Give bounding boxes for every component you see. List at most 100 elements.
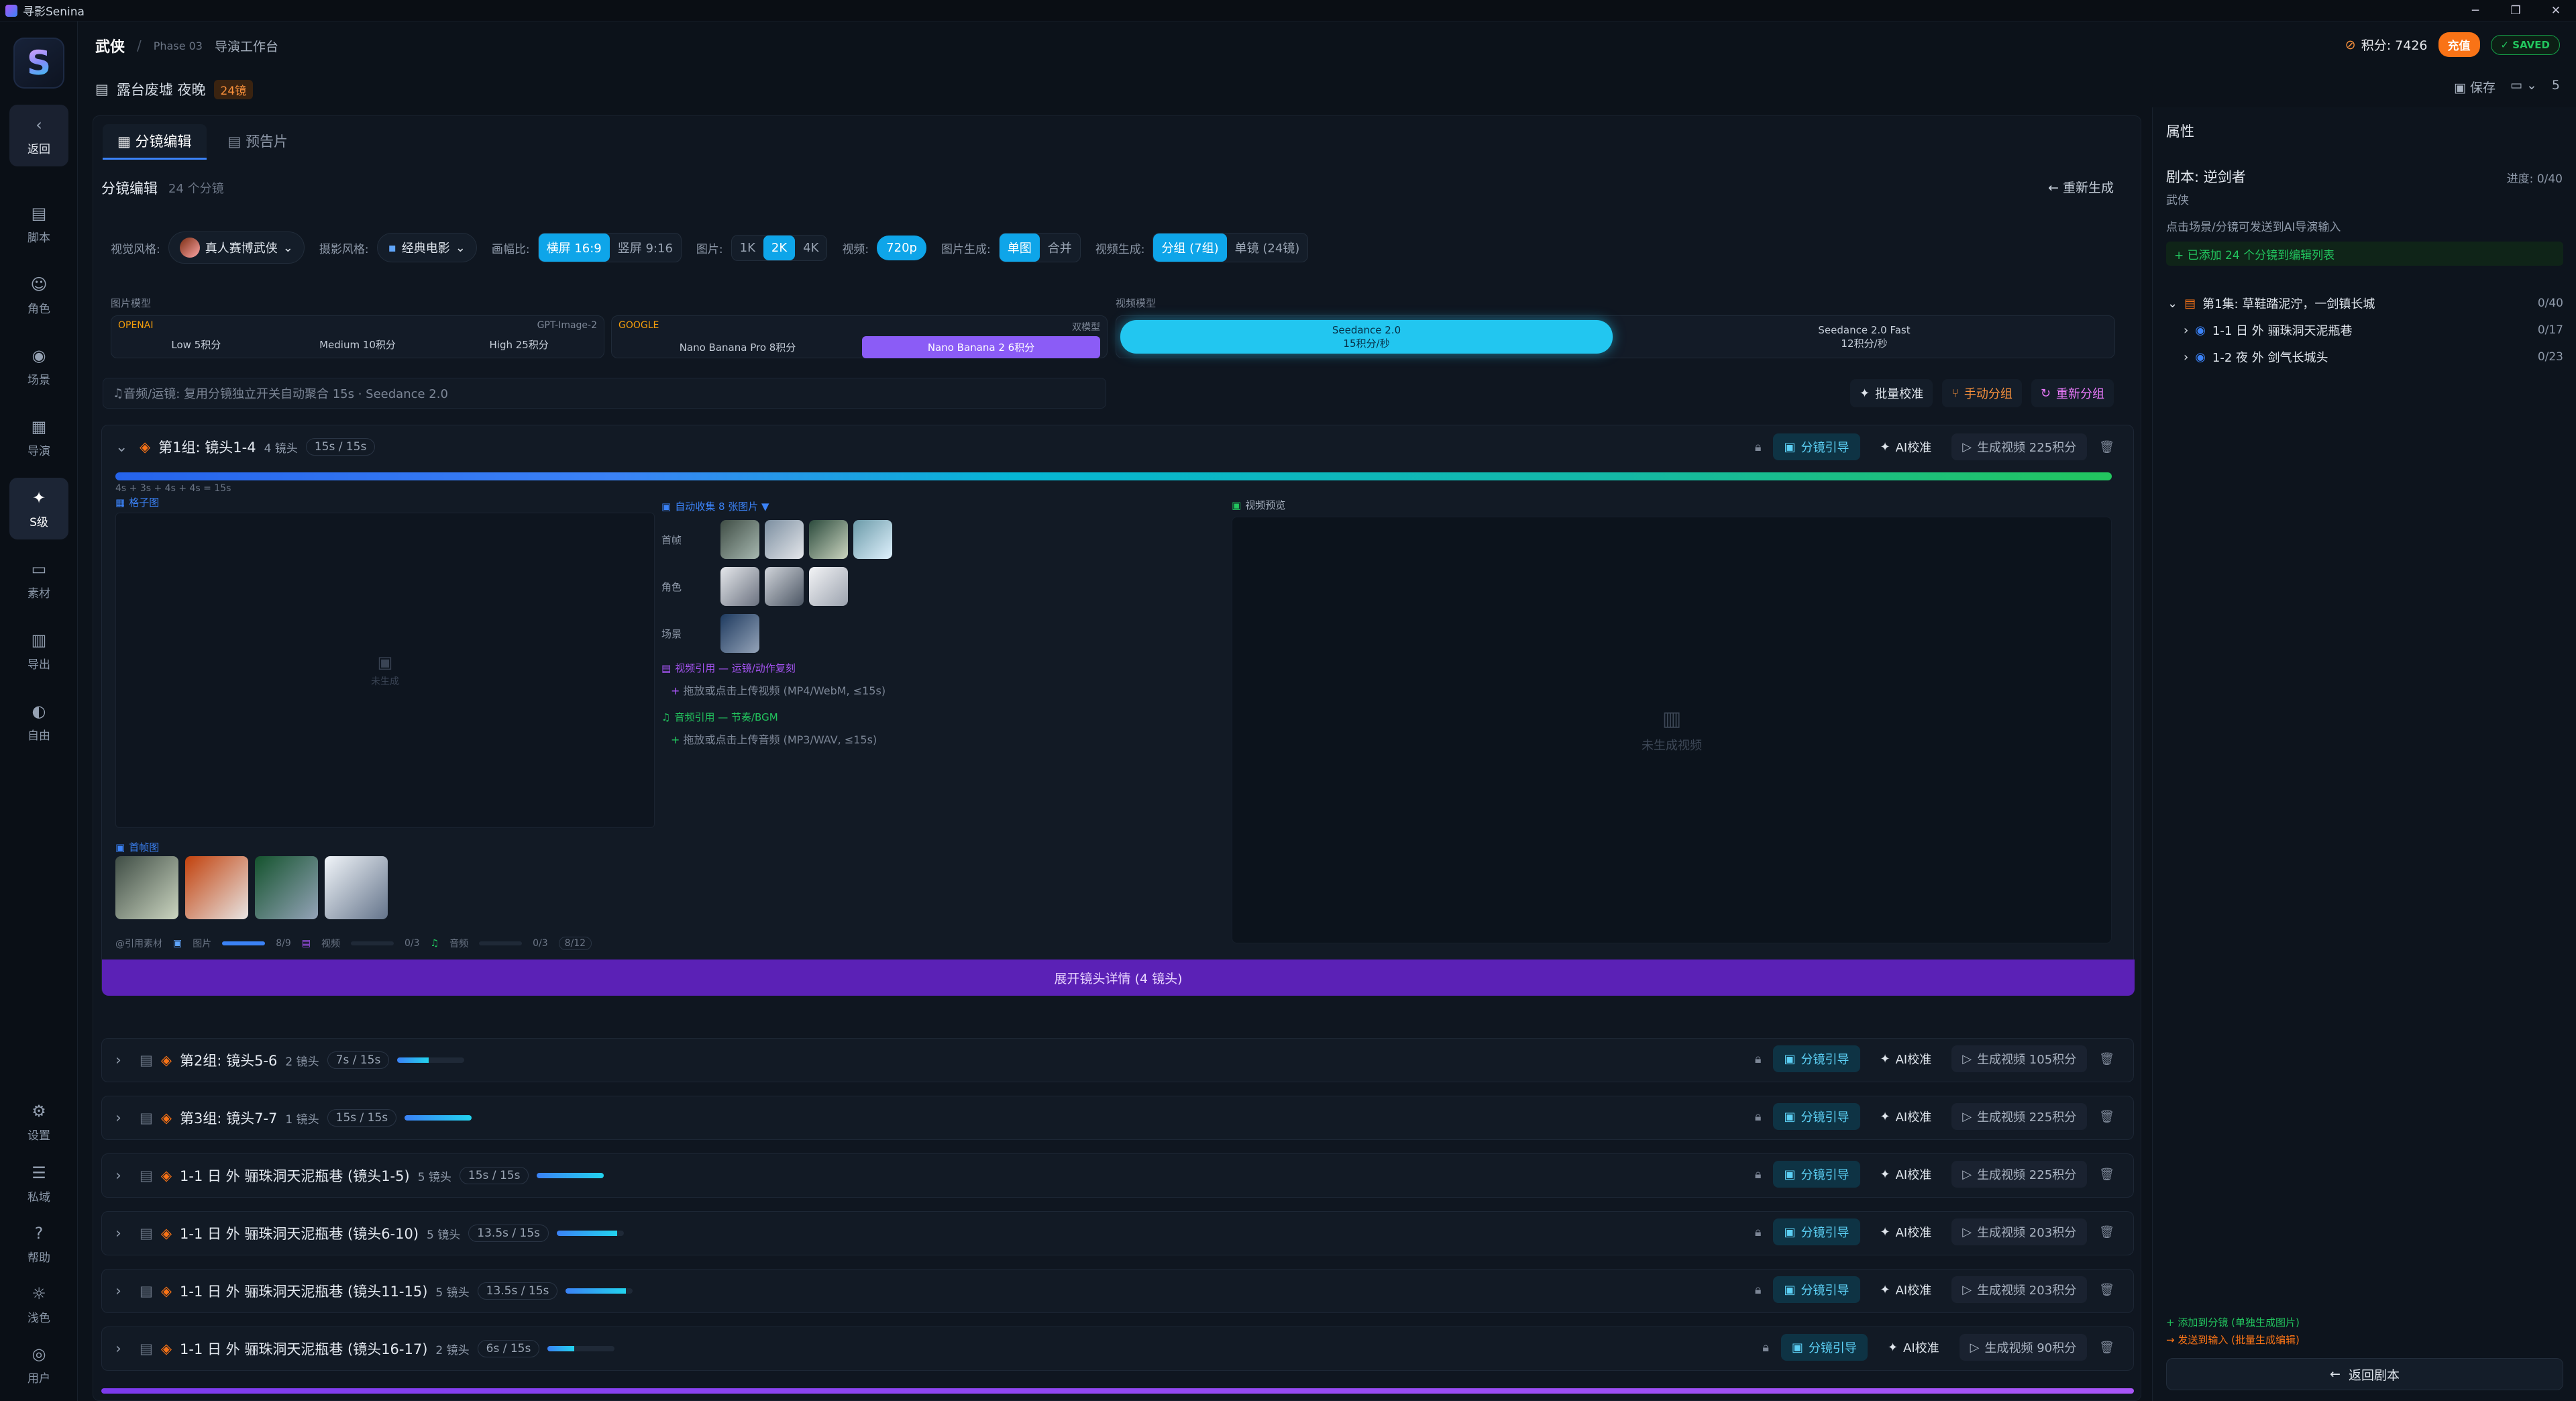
sidebar-item-scenes[interactable]: ◉ 场景 bbox=[9, 335, 68, 397]
save-button[interactable]: ▣ 保存 bbox=[2454, 78, 2496, 96]
back-button[interactable]: ‹ 返回 bbox=[9, 105, 68, 166]
chevron-right-icon[interactable]: › bbox=[115, 1341, 131, 1357]
chevron-right-icon[interactable]: › bbox=[115, 1225, 131, 1242]
scene-thumb[interactable] bbox=[720, 614, 759, 653]
minimize-button[interactable]: ─ bbox=[2455, 0, 2496, 21]
regenerate-button[interactable]: ← 重新生成 bbox=[2048, 178, 2114, 196]
tab-trailer[interactable]: ▤ 预告片 bbox=[213, 124, 303, 160]
sidebar-item-export[interactable]: ▥ 导出 bbox=[9, 620, 68, 682]
trash-icon[interactable]: 🗑︎ bbox=[2096, 1336, 2117, 1359]
drag-handle-icon[interactable]: ▤ bbox=[140, 1110, 153, 1126]
img-gen-single[interactable]: 单图 bbox=[999, 234, 1040, 262]
vid-gen-single[interactable]: 单镜 (24镜) bbox=[1227, 234, 1308, 262]
expand-shots-button[interactable]: 展开镜头详情 (4 镜头) bbox=[102, 959, 2135, 996]
video-upload-dropzone[interactable]: + 拖放或点击上传视频 (MP4/WebM, ≤15s) bbox=[671, 682, 1198, 698]
group-row[interactable]: › ▤ ◈ 第2组: 镜头5-6 2 镜头 7s / 15s 🔒︎ ▣ 分镜引导 ✦ AI校准 ▷ 生成… bbox=[101, 1038, 2134, 1082]
ai-calibrate-button[interactable]: ✦ AI校准 bbox=[1870, 1103, 1943, 1130]
sidebar-item-script[interactable]: ▤ 脚本 bbox=[9, 193, 68, 255]
sidebar-item-settings[interactable]: ⚙ 设置 bbox=[9, 1091, 68, 1153]
drag-handle-icon[interactable]: ▤ bbox=[140, 1225, 153, 1241]
video-resolution-button[interactable]: 720p bbox=[877, 235, 926, 260]
group-row[interactable]: › ▤ ◈ 1-1 日 外 骊珠洞天泥瓶巷 (镜头11-15) 5 镜头 13.5s / … bbox=[101, 1269, 2134, 1313]
generate-video-button[interactable]: ▷ 生成视频 90积分 bbox=[1959, 1334, 2088, 1361]
storyboard-ref-button[interactable]: ▣ 分镜引导 bbox=[1773, 1103, 1860, 1130]
trash-icon[interactable]: 🗑︎ bbox=[2096, 1221, 2117, 1244]
generate-video-button[interactable]: ▷ 生成视频 225积分 bbox=[1951, 1103, 2088, 1130]
vid-gen-group[interactable]: 分组 (7组) bbox=[1153, 234, 1227, 262]
chevron-right-icon[interactable]: › bbox=[115, 1052, 131, 1069]
group-row[interactable]: › ▤ ◈ 1-1 日 外 骊珠洞天泥瓶巷 (镜头6-10) 5 镜头 13.5s / 1… bbox=[101, 1211, 2134, 1255]
lock-icon[interactable]: 🔒︎ bbox=[1752, 1105, 1764, 1129]
trash-icon[interactable]: 🗑︎ bbox=[2096, 435, 2117, 459]
scene-row[interactable]: › ◉ 1-1 日 外 骊珠洞天泥瓶巷 0/17 bbox=[2167, 317, 2563, 344]
sidebar-item-s-level[interactable]: ✦ S级 bbox=[9, 478, 68, 539]
sidebar-item-light-mode[interactable]: ☼ 浅色 bbox=[9, 1274, 68, 1335]
close-button[interactable]: ✕ bbox=[2536, 0, 2576, 21]
scene-row[interactable]: › ◉ 1-2 夜 外 剑气长城头 0/23 bbox=[2167, 344, 2563, 370]
chevron-right-icon[interactable]: › bbox=[115, 1168, 131, 1184]
group-row[interactable]: › ▤ ◈ 第3组: 镜头7-7 1 镜头 15s / 15s 🔒︎ ▣ 分镜引导 ✦ AI校准 ▷ 生… bbox=[101, 1096, 2134, 1140]
frame-thumb[interactable] bbox=[720, 520, 759, 559]
lock-icon[interactable]: 🔒︎ bbox=[1752, 1047, 1764, 1071]
nano-banana-2[interactable]: Nano Banana 2 6积分 bbox=[862, 336, 1100, 358]
ai-calibrate-button[interactable]: ✦ AI校准 bbox=[1870, 1045, 1943, 1072]
drag-handle-icon[interactable]: ▤ bbox=[140, 1283, 153, 1299]
storyboard-ref-button[interactable]: ▣ 分镜引导 bbox=[1773, 1161, 1860, 1188]
seedance-2-option[interactable]: Seedance 2.0 15积分/秒 bbox=[1120, 320, 1613, 354]
openai-high[interactable]: High 25积分 bbox=[441, 333, 597, 356]
openai-medium[interactable]: Medium 10积分 bbox=[280, 333, 436, 356]
trash-icon[interactable]: 🗑︎ bbox=[2096, 1047, 2117, 1071]
recharge-button[interactable]: 充值 bbox=[2438, 32, 2480, 57]
trash-icon[interactable]: 🗑︎ bbox=[2096, 1163, 2117, 1186]
generate-video-button[interactable]: ▷ 生成视频 203积分 bbox=[1951, 1218, 2088, 1245]
sidebar-item-characters[interactable]: ☺ 角色 bbox=[9, 264, 68, 326]
ai-calibrate-button[interactable]: ✦ AI校准 bbox=[1870, 1276, 1943, 1303]
keyframe-thumb[interactable] bbox=[325, 856, 388, 919]
character-thumb[interactable] bbox=[720, 567, 759, 606]
lock-icon[interactable]: 🔒︎ bbox=[1752, 435, 1764, 459]
ai-calibrate-button[interactable]: ✦ AI校准 bbox=[1870, 1218, 1943, 1245]
back-to-script-button[interactable]: ← 返回剧本 bbox=[2166, 1358, 2563, 1390]
character-thumb[interactable] bbox=[765, 567, 804, 606]
openai-low[interactable]: Low 5积分 bbox=[118, 333, 274, 356]
chevron-right-icon[interactable]: › bbox=[115, 1283, 131, 1300]
res-1k[interactable]: 1K bbox=[732, 236, 763, 260]
frame-thumb[interactable] bbox=[765, 520, 804, 559]
sidebar-item-help[interactable]: ? 帮助 bbox=[9, 1213, 68, 1275]
manual-group-button[interactable]: ⑂ 手动分组 bbox=[1942, 379, 2022, 407]
generate-video-button[interactable]: ▷ 生成视频 225积分 bbox=[1951, 1161, 2088, 1188]
drag-handle-icon[interactable]: ▤ bbox=[140, 1168, 153, 1184]
folder-menu-button[interactable]: ▭ ⌄ bbox=[2510, 78, 2537, 96]
storyboard-ref-button[interactable]: ▣ 分镜引导 bbox=[1773, 1218, 1860, 1245]
res-4k[interactable]: 4K bbox=[795, 236, 826, 260]
storyboard-ref-button[interactable]: ▣ 分镜引导 bbox=[1773, 433, 1860, 460]
img-gen-merge[interactable]: 合并 bbox=[1040, 234, 1080, 262]
drag-handle-icon[interactable]: ▤ bbox=[140, 1052, 153, 1068]
storyboard-ref-button[interactable]: ▣ 分镜引导 bbox=[1780, 1334, 1868, 1361]
sidebar-item-free[interactable]: ◐ 自由 bbox=[9, 691, 68, 753]
trash-icon[interactable]: 🗑︎ bbox=[2096, 1105, 2117, 1129]
ai-calibrate-button[interactable]: ✦ AI校准 bbox=[1877, 1334, 1950, 1361]
generate-video-button[interactable]: ▷ 生成视频 203积分 bbox=[1951, 1276, 2088, 1303]
nano-banana-pro[interactable]: Nano Banana Pro 8积分 bbox=[619, 336, 857, 358]
sidebar-item-user[interactable]: ◎ 用户 bbox=[9, 1334, 68, 1396]
drag-handle-icon[interactable]: ▤ bbox=[140, 1341, 153, 1357]
batch-calibrate-button[interactable]: ✦ 批量校准 bbox=[1850, 379, 1933, 407]
sidebar-item-private[interactable]: ☰ 私域 bbox=[9, 1153, 68, 1214]
chevron-down-icon[interactable]: ⌄ bbox=[115, 439, 131, 456]
regroup-button[interactable]: ↻ 重新分组 bbox=[2031, 379, 2114, 407]
generate-video-button[interactable]: ▷ 生成视频 105积分 bbox=[1951, 1045, 2088, 1072]
ai-calibrate-button[interactable]: ✦ AI校准 bbox=[1870, 1161, 1943, 1188]
keyframe-thumb[interactable] bbox=[255, 856, 318, 919]
ratio-portrait[interactable]: 竖屏 9:16 bbox=[610, 234, 681, 262]
keyframe-thumb[interactable] bbox=[115, 856, 178, 919]
trash-icon[interactable]: 🗑︎ bbox=[2096, 1278, 2117, 1302]
lock-icon[interactable]: 🔒︎ bbox=[1752, 1163, 1764, 1186]
page-number[interactable]: 5 bbox=[2552, 78, 2560, 96]
maximize-button[interactable]: ❐ bbox=[2496, 0, 2536, 21]
ratio-landscape[interactable]: 横屏 16:9 bbox=[538, 234, 610, 262]
character-thumb[interactable] bbox=[809, 567, 848, 606]
video-preview[interactable]: ▥ 未生成视频 bbox=[1232, 517, 2112, 943]
frame-thumb[interactable] bbox=[853, 520, 892, 559]
generate-video-button[interactable]: ▷ 生成视频 225积分 bbox=[1951, 433, 2088, 460]
